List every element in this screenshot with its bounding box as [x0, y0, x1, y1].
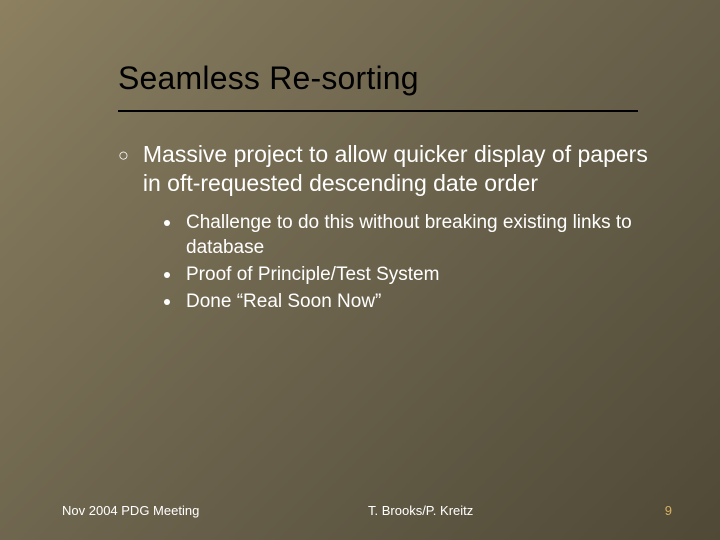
- footer-page: 9: [642, 503, 672, 518]
- bullet-main-text: Massive project to allow quicker display…: [143, 140, 658, 198]
- bullet-circle-icon: ○: [118, 140, 129, 170]
- title-underline: [118, 110, 638, 112]
- bullet-main: ○ Massive project to allow quicker displ…: [118, 140, 658, 198]
- sub-bullet: Done “Real Soon Now”: [164, 289, 658, 314]
- slide-footer: Nov 2004 PDG Meeting T. Brooks/P. Kreitz…: [0, 503, 720, 518]
- slide: Seamless Re-sorting ○ Massive project to…: [0, 0, 720, 540]
- bullet-dot-icon: [164, 299, 170, 305]
- footer-center: T. Brooks/P. Kreitz: [199, 503, 642, 518]
- sub-bullet-text: Challenge to do this without breaking ex…: [186, 210, 658, 260]
- sub-bullet-text: Proof of Principle/Test System: [186, 262, 439, 287]
- sub-bullet-text: Done “Real Soon Now”: [186, 289, 381, 314]
- sub-bullet: Proof of Principle/Test System: [164, 262, 658, 287]
- sub-bullet-list: Challenge to do this without breaking ex…: [164, 210, 658, 314]
- footer-left: Nov 2004 PDG Meeting: [62, 503, 199, 518]
- bullet-dot-icon: [164, 272, 170, 278]
- sub-bullet: Challenge to do this without breaking ex…: [164, 210, 658, 260]
- bullet-dot-icon: [164, 220, 170, 226]
- slide-body: ○ Massive project to allow quicker displ…: [118, 140, 658, 316]
- slide-title: Seamless Re-sorting: [118, 60, 419, 97]
